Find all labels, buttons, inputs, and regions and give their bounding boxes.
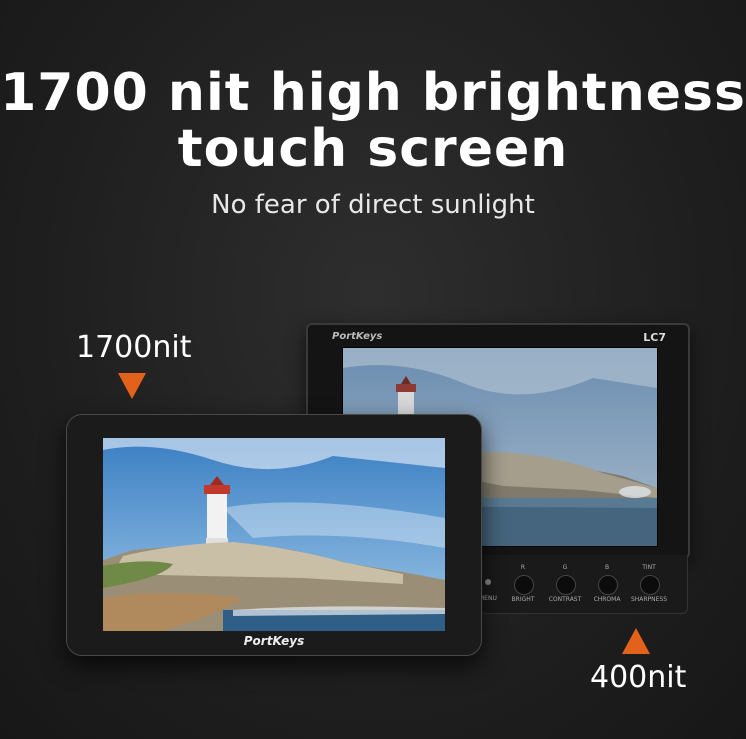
arrow-down-icon xyxy=(118,373,146,399)
headline-line-2: touch screen xyxy=(177,119,569,179)
front-monitor-touch-screen[interactable] xyxy=(103,438,445,631)
front-monitor-brand-logo: PortKeys xyxy=(243,634,305,648)
lighthouse-scene-bright xyxy=(103,438,445,631)
control-top-label: R xyxy=(520,564,526,571)
front-brightness-label: 1700nit xyxy=(76,330,192,365)
control-top-label: G xyxy=(562,564,568,571)
control-top-label: TINT xyxy=(642,564,656,571)
arrow-up-icon xyxy=(622,628,650,654)
front-monitor: PortKeys xyxy=(66,414,482,656)
sharpness-knob[interactable] xyxy=(640,575,660,595)
control-top-label: B xyxy=(604,564,610,571)
subtitle: No fear of direct sunlight xyxy=(211,190,535,220)
control-bottom-label: SHARPNESS xyxy=(630,596,668,603)
chroma-knob[interactable] xyxy=(598,575,618,595)
headline-line-1: 1700 nit high brightness xyxy=(0,63,746,123)
back-brightness-label: 400nit xyxy=(590,660,687,695)
back-monitor-control-panel: MENU R BRIGHT G CONTRAST B CHROMA TINT S… xyxy=(479,555,688,614)
back-monitor-model: LC7 xyxy=(643,331,666,344)
contrast-knob[interactable] xyxy=(556,575,576,595)
menu-button[interactable] xyxy=(485,579,491,585)
back-monitor-brand-logo: PortKeys xyxy=(332,331,383,342)
bright-knob[interactable] xyxy=(514,575,534,595)
